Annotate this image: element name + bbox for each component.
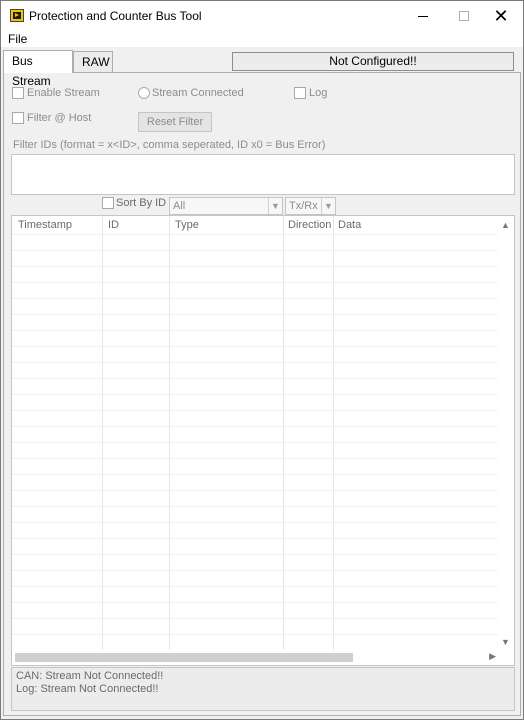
bus-stream-table[interactable]: Timestamp ID Type Direction Data ▲ ▼ ▶ — [11, 215, 515, 666]
filter-at-host-label: Filter @ Host — [27, 112, 92, 124]
type-filter-value: All — [173, 200, 186, 212]
table-row — [12, 554, 500, 555]
horizontal-scrollbar[interactable]: ▶ — [12, 650, 514, 665]
direction-filter-select[interactable]: Tx/Rx ▼ — [285, 197, 336, 215]
table-row — [12, 474, 500, 475]
filter-at-host-checkbox[interactable] — [12, 112, 24, 124]
menu-file[interactable]: File — [8, 32, 27, 46]
table-row — [12, 442, 500, 443]
scroll-up-icon[interactable]: ▲ — [501, 220, 510, 230]
table-row — [12, 346, 500, 347]
table-row — [12, 362, 500, 363]
window-title: Protection and Counter Bus Tool — [29, 9, 202, 23]
table-row — [12, 426, 500, 427]
table-row — [12, 266, 500, 267]
scroll-down-icon[interactable]: ▼ — [501, 637, 510, 647]
log-status-line: Log: Stream Not Connected!! — [16, 683, 159, 695]
maximize-icon — [459, 11, 469, 21]
can-status-line: CAN: Stream Not Connected!! — [16, 670, 164, 682]
status-log: CAN: Stream Not Connected!! Log: Stream … — [11, 667, 515, 711]
table-row — [12, 618, 500, 619]
title-bar[interactable]: Protection and Counter Bus Tool ✕ — [1, 1, 523, 31]
configuration-status: Not Configured!! — [232, 52, 514, 71]
app-window: Protection and Counter Bus Tool ✕ File B… — [0, 0, 524, 720]
filter-ids-input[interactable] — [11, 154, 515, 195]
tab-raw[interactable]: RAW — [73, 51, 113, 73]
table-row — [12, 490, 500, 491]
reset-filter-button[interactable]: Reset Filter — [138, 112, 212, 132]
table-row — [12, 298, 500, 299]
table-row — [12, 586, 500, 587]
table-row — [12, 458, 500, 459]
table-row — [12, 330, 500, 331]
table-row — [12, 378, 500, 379]
maximize-button[interactable] — [444, 1, 484, 31]
table-row — [12, 506, 500, 507]
chevron-down-icon: ▼ — [268, 198, 282, 214]
header-type[interactable]: Type — [175, 219, 199, 231]
chevron-down-icon: ▼ — [321, 198, 335, 214]
table-row — [12, 234, 500, 235]
table-row — [12, 522, 500, 523]
close-button[interactable]: ✕ — [481, 1, 521, 31]
table-row — [12, 410, 500, 411]
header-data[interactable]: Data — [338, 219, 361, 231]
menu-bar: File — [1, 31, 523, 47]
filter-ids-label: Filter IDs (format = x<ID>, comma sepera… — [13, 139, 326, 151]
direction-filter-value: Tx/Rx — [289, 200, 318, 212]
table-row — [12, 394, 500, 395]
table-row — [12, 602, 500, 603]
labview-vi-icon[interactable] — [10, 9, 24, 22]
table-row — [12, 250, 500, 251]
header-id[interactable]: ID — [108, 219, 119, 231]
table-row — [12, 314, 500, 315]
table-row — [12, 282, 500, 283]
sort-by-id-checkbox[interactable] — [102, 197, 114, 209]
scrollbar-thumb[interactable] — [15, 653, 353, 662]
table-row — [12, 538, 500, 539]
log-label: Log — [309, 87, 328, 99]
log-checkbox[interactable] — [294, 87, 306, 99]
vertical-scrollbar[interactable]: ▲ ▼ — [498, 216, 514, 651]
scroll-right-icon[interactable]: ▶ — [489, 651, 496, 662]
table-row — [12, 570, 500, 571]
minimize-button[interactable] — [403, 1, 443, 31]
stream-connected-label: Stream Connected — [152, 87, 244, 99]
close-icon: ✕ — [493, 5, 509, 26]
table-row — [12, 634, 500, 635]
header-timestamp[interactable]: Timestamp — [18, 219, 72, 231]
stream-connected-indicator — [138, 87, 150, 99]
type-filter-select[interactable]: All ▼ — [169, 197, 283, 215]
sort-by-id-label: Sort By ID — [116, 197, 167, 209]
header-direction[interactable]: Direction — [288, 219, 331, 231]
minimize-icon — [418, 15, 428, 17]
tab-bus-stream[interactable]: Bus Stream — [3, 50, 73, 88]
